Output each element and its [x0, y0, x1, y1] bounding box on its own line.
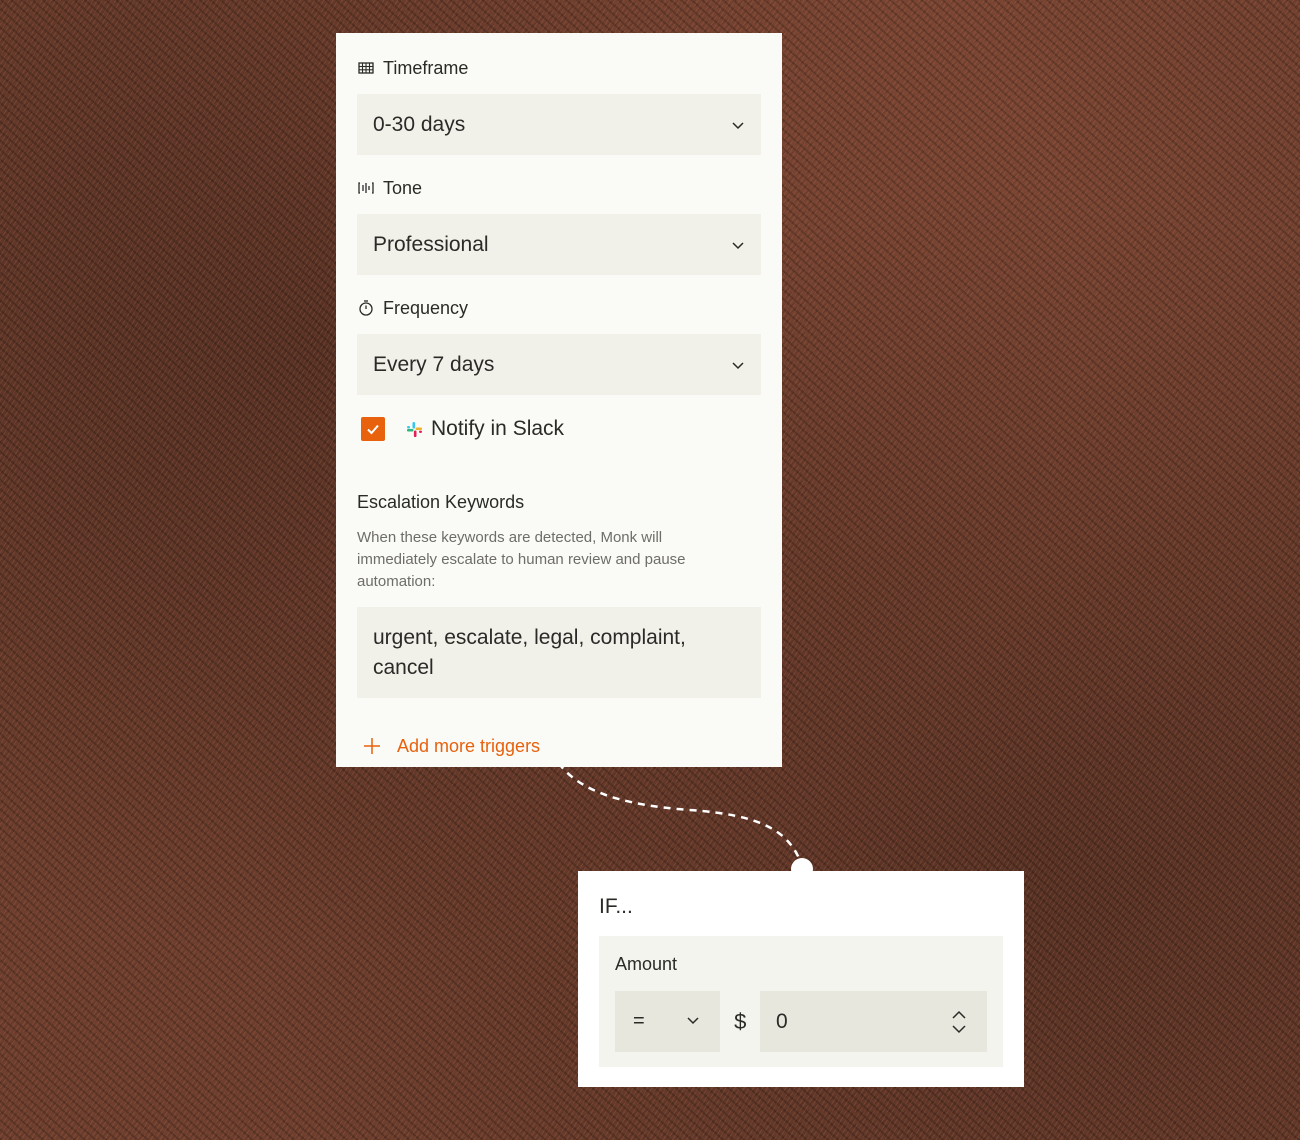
- tone-select[interactable]: Professional: [357, 214, 761, 275]
- frequency-label-row: Frequency: [357, 296, 761, 320]
- amount-label: Amount: [615, 954, 678, 974]
- chevron-down-icon: [686, 1010, 700, 1033]
- condition-box: Amount = $ 0: [599, 936, 1003, 1067]
- condition-row: = $ 0: [615, 991, 987, 1052]
- notify-slack-label: Notify in Slack: [431, 417, 565, 440]
- amount-value: 0: [776, 1009, 788, 1033]
- operator-select[interactable]: =: [615, 991, 721, 1052]
- tone-label-row: Tone: [357, 176, 761, 200]
- stopwatch-icon: [357, 299, 375, 317]
- calendar-grid-icon: [357, 59, 375, 77]
- voice-wave-icon: [357, 179, 375, 197]
- add-more-triggers-button[interactable]: Add more triggers: [363, 734, 761, 758]
- timeframe-select[interactable]: 0-30 days: [357, 94, 761, 155]
- condition-title: IF...: [599, 895, 633, 918]
- timeframe-label: Timeframe: [383, 57, 469, 78]
- operator-value: =: [633, 1010, 645, 1032]
- plus-icon: [363, 737, 381, 755]
- escalation-description: When these keywords are detected, Monk w…: [357, 529, 686, 590]
- chevron-down-icon: [731, 358, 745, 372]
- notify-slack-checkbox[interactable]: [361, 417, 385, 441]
- condition-panel: IF... Amount = $ 0: [578, 871, 1024, 1087]
- timeframe-label-row: Timeframe: [357, 56, 761, 80]
- amount-input[interactable]: 0: [760, 991, 987, 1052]
- frequency-value: Every 7 days: [373, 352, 495, 376]
- frequency-label: Frequency: [383, 297, 469, 318]
- tone-value: Professional: [373, 232, 489, 256]
- chevron-down-icon: [731, 118, 745, 132]
- notify-slack-row: Notify in Slack: [361, 414, 761, 444]
- chevron-down-icon: [731, 238, 745, 252]
- escalation-title: Escalation Keywords: [357, 492, 525, 512]
- escalation-keywords-input[interactable]: urgent, escalate, legal, complaint, canc…: [357, 607, 761, 698]
- stepper-icon[interactable]: [951, 1008, 967, 1036]
- slack-icon: [406, 421, 423, 438]
- tone-label: Tone: [383, 177, 423, 198]
- currency-symbol: $: [734, 1008, 747, 1034]
- settings-panel: Timeframe 0-30 days Tone Professional Fr…: [336, 33, 782, 767]
- checkmark-icon: [367, 424, 379, 435]
- frequency-select[interactable]: Every 7 days: [357, 334, 761, 395]
- timeframe-value: 0-30 days: [373, 112, 466, 136]
- add-more-triggers-label: Add more triggers: [397, 735, 541, 756]
